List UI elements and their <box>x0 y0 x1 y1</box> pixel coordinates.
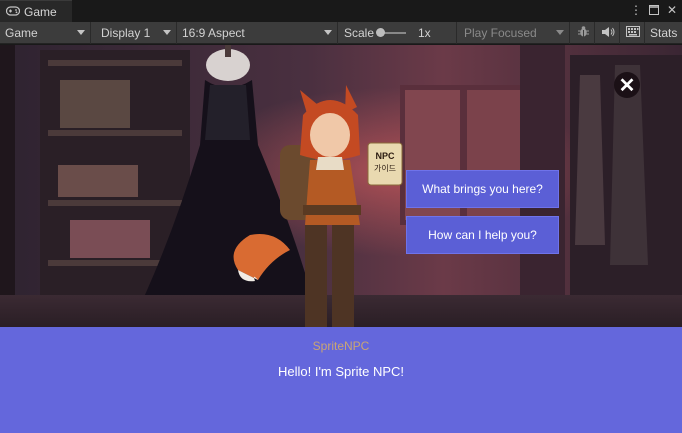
scale-slider-handle[interactable] <box>376 28 385 37</box>
game-tab[interactable]: Game <box>0 0 72 22</box>
scale-value: 1x <box>418 26 431 40</box>
display-dropdown[interactable]: Display 1 <box>96 22 177 44</box>
play-mode-label: Play Focused <box>464 26 537 40</box>
game-view-toolbar: Game Display 1 16:9 Aspect Scale 1x Play… <box>0 22 682 44</box>
window-tab-bar: Game ⋮ ✕ <box>0 0 682 22</box>
keyboard-icon <box>626 26 640 40</box>
sign-text-guide: 가이드 <box>374 163 396 173</box>
dialog-text: Hello! I'm Sprite NPC! <box>277 364 404 379</box>
scale-label: Scale <box>344 26 375 40</box>
game-viewport[interactable]: NPC 가이드 ✕ What brings you here? How can … <box>0 45 682 433</box>
choice-label: How can I help you? <box>428 228 537 242</box>
speaker-name: SpriteNPC <box>312 339 370 353</box>
mute-button[interactable] <box>596 22 620 44</box>
mode-dropdown[interactable]: Game <box>0 22 91 44</box>
choice-button-1[interactable]: What brings you here? <box>406 170 559 208</box>
gamepad-icon <box>5 5 21 19</box>
chevron-down-icon <box>77 30 85 35</box>
display-label: Display 1 <box>101 26 151 40</box>
maximize-icon[interactable] <box>648 3 660 17</box>
close-dialog-button[interactable]: ✕ <box>614 72 640 98</box>
stats-button[interactable]: Stats <box>646 22 682 44</box>
close-icon: ✕ <box>618 74 636 97</box>
sign-text-npc: NPC <box>375 151 395 161</box>
bug-button[interactable] <box>571 22 595 44</box>
stats-label: Stats <box>650 26 678 40</box>
close-icon[interactable]: ✕ <box>666 3 678 17</box>
aspect-dropdown[interactable]: 16:9 Aspect <box>177 22 338 44</box>
shortcuts-button[interactable] <box>621 22 645 44</box>
scale-control: Scale 1x <box>339 22 457 44</box>
chevron-down-icon <box>163 30 171 35</box>
play-mode-dropdown[interactable]: Play Focused <box>459 22 570 44</box>
chevron-down-icon <box>324 30 332 35</box>
chevron-down-icon <box>556 30 564 35</box>
choice-button-2[interactable]: How can I help you? <box>406 216 559 254</box>
more-vertical-icon[interactable]: ⋮ <box>630 3 642 17</box>
speaker-icon <box>601 26 615 41</box>
scene-background-illustration: NPC 가이드 <box>0 45 682 327</box>
choice-label: What brings you here? <box>422 182 543 196</box>
mode-label: Game <box>5 26 38 40</box>
dialog-panel[interactable]: SpriteNPC Hello! I'm Sprite NPC! <box>0 327 682 433</box>
tab-label: Game <box>24 4 57 19</box>
bug-icon <box>577 25 590 41</box>
aspect-label: 16:9 Aspect <box>182 26 245 40</box>
